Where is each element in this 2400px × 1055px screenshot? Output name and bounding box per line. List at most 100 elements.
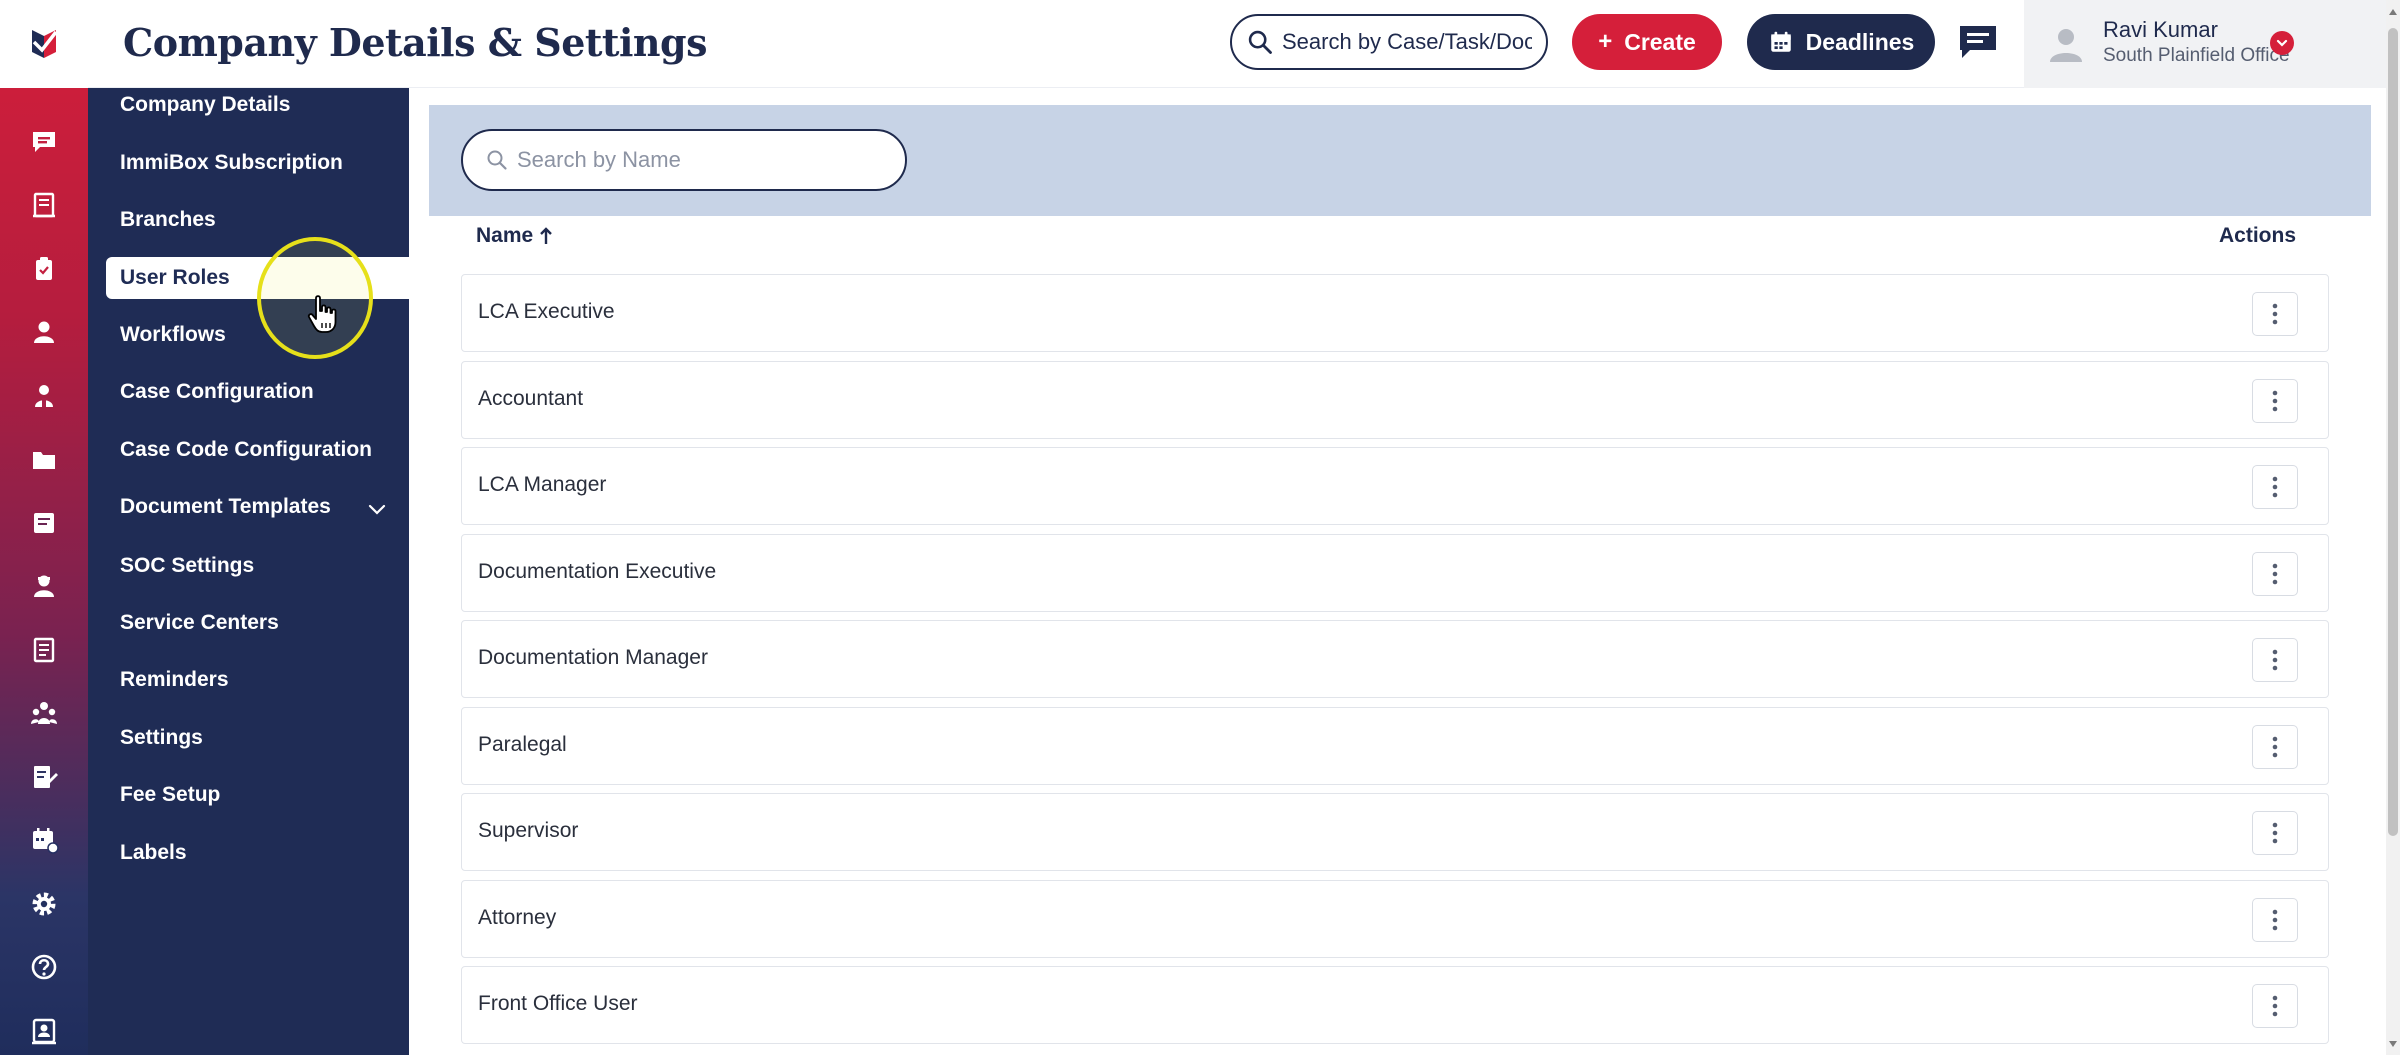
- role-name: Attorney: [478, 905, 557, 929]
- row-actions-button[interactable]: [2252, 811, 2298, 855]
- rail-contacts-button[interactable]: [0, 999, 88, 1055]
- top-header: Company Details & Settings + Create: [88, 0, 2400, 88]
- rail-agent-button[interactable]: [0, 555, 88, 619]
- row-actions-button[interactable]: [2252, 292, 2298, 336]
- name-column-label: Name: [476, 224, 534, 247]
- table-row[interactable]: Accountant: [461, 360, 2329, 439]
- settings-nav-item-reminders[interactable]: Reminders: [120, 659, 409, 701]
- settings-nav-item-label: User Roles: [120, 266, 230, 289]
- settings-nav-item-label: Settings: [120, 726, 203, 749]
- rail-calendar-settings-button[interactable]: [0, 809, 88, 873]
- note-icon: [34, 512, 54, 533]
- avatar: [2050, 29, 2082, 62]
- settings-nav-item-labels[interactable]: Labels: [120, 832, 409, 874]
- row-actions-button[interactable]: [2252, 378, 2298, 423]
- more-vertical-icon: [2272, 649, 2278, 671]
- calendar-icon: [1770, 31, 1791, 52]
- settings-nav-item-case-configuration[interactable]: Case Configuration: [120, 371, 409, 413]
- user-profile-menu[interactable]: Ravi Kumar South Plainfield Office: [2024, 0, 2400, 88]
- role-name: Front Office User: [478, 992, 638, 1015]
- chat-icon: [33, 131, 55, 152]
- app-logo[interactable]: [0, 0, 88, 88]
- deadlines-button-label: Deadlines: [1805, 28, 1915, 55]
- create-button[interactable]: + Create: [1572, 14, 1722, 70]
- rail-gear-button[interactable]: [0, 872, 88, 936]
- row-actions-button[interactable]: [2252, 465, 2298, 509]
- row-actions-button[interactable]: [2252, 551, 2298, 596]
- name-search[interactable]: [461, 129, 907, 191]
- role-name: Documentation Executive: [478, 559, 717, 583]
- table-row[interactable]: Documentation Executive: [461, 533, 2329, 612]
- rail-note-button[interactable]: [0, 491, 88, 555]
- global-search[interactable]: [1230, 14, 1548, 70]
- more-vertical-icon: [2272, 736, 2278, 757]
- settings-nav-item-label: Reminders: [120, 668, 229, 691]
- settings-nav-item-fee-setup[interactable]: Fee Setup: [120, 774, 409, 816]
- row-actions-button[interactable]: [2252, 984, 2298, 1028]
- rail-chat-button[interactable]: [0, 110, 88, 174]
- settings-nav-item-immibox-subscription[interactable]: ImmiBox Subscription: [120, 142, 409, 184]
- settings-nav-item-branches[interactable]: Branches: [120, 199, 409, 241]
- rail-person-group-button[interactable]: [0, 364, 88, 428]
- scroll-up-icon[interactable]: [2388, 6, 2398, 18]
- table-row[interactable]: Front Office User: [461, 966, 2329, 1044]
- search-icon: [1248, 30, 1272, 54]
- row-actions-button[interactable]: [2252, 638, 2298, 682]
- row-actions-button[interactable]: [2252, 724, 2298, 769]
- more-vertical-icon: [2272, 909, 2278, 930]
- plus-icon: +: [1598, 28, 1613, 55]
- row-actions-button[interactable]: [2252, 897, 2298, 942]
- chevron-down-icon[interactable]: [2270, 31, 2294, 55]
- deadlines-button[interactable]: Deadlines: [1747, 14, 1935, 70]
- rail-help-button[interactable]: [0, 936, 88, 1000]
- rail-team-button[interactable]: [0, 682, 88, 746]
- more-vertical-icon: [2272, 390, 2278, 411]
- folder-icon: [33, 452, 55, 470]
- settings-nav-item-label: Branches: [120, 208, 216, 231]
- settings-nav-item-case-code-configuration[interactable]: Case Code Configuration: [120, 429, 409, 471]
- name-search-input[interactable]: [517, 147, 883, 173]
- role-name: Supervisor: [478, 819, 579, 842]
- rail-person-button[interactable]: [0, 301, 88, 365]
- settings-nav-item-settings[interactable]: Settings: [120, 717, 409, 759]
- settings-nav-item-label: Case Code Configuration: [120, 438, 373, 461]
- settings-nav-item-label: SOC Settings: [120, 554, 255, 577]
- settings-nav-item-company-details[interactable]: Company Details: [120, 84, 409, 126]
- book-icon: [33, 193, 55, 218]
- chevron-down-icon[interactable]: [367, 498, 387, 522]
- settings-nav-item-document-templates[interactable]: Document Templates: [120, 486, 409, 528]
- rail-folder-button[interactable]: [0, 428, 88, 492]
- chat-bubble-icon: [1960, 26, 1996, 58]
- table-row[interactable]: Supervisor: [461, 793, 2329, 871]
- hand-pointer-icon: [307, 295, 337, 333]
- table-row[interactable]: LCA Manager: [461, 447, 2329, 525]
- table-row[interactable]: Attorney: [461, 879, 2329, 958]
- more-vertical-icon: [2272, 303, 2278, 325]
- page-title: Company Details & Settings: [123, 20, 708, 65]
- rail-form-button[interactable]: [0, 745, 88, 809]
- settings-nav-item-label: Fee Setup: [120, 783, 221, 806]
- name-column-header[interactable]: Name: [476, 224, 553, 248]
- settings-nav-item-label: Labels: [120, 841, 187, 864]
- settings-nav-item-service-centers[interactable]: Service Centers: [120, 602, 409, 644]
- contacts-icon: [32, 1018, 56, 1044]
- rail-clipboard-button[interactable]: [0, 237, 88, 301]
- table-row[interactable]: Documentation Manager: [461, 620, 2329, 698]
- team-icon: [31, 702, 57, 725]
- rail-document-button[interactable]: [0, 618, 88, 682]
- settings-nav-item-soc-settings[interactable]: SOC Settings: [120, 545, 409, 587]
- table-row[interactable]: Paralegal: [461, 706, 2329, 785]
- scrollbar-thumb[interactable]: [2388, 28, 2398, 836]
- help-icon: [31, 954, 57, 980]
- person-icon: [34, 321, 54, 344]
- role-name: Accountant: [478, 386, 584, 410]
- table-row[interactable]: LCA Executive: [461, 274, 2329, 352]
- settings-nav-item-label: ImmiBox Subscription: [120, 151, 343, 174]
- gear-icon: [32, 892, 56, 916]
- logo-icon: [32, 30, 58, 58]
- scroll-down-icon[interactable]: [2388, 1038, 2398, 1050]
- global-search-input[interactable]: [1282, 29, 1532, 55]
- rail-book-button[interactable]: [0, 174, 88, 238]
- messages-button[interactable]: [1954, 20, 2002, 64]
- settings-nav-item-label: Workflows: [120, 323, 226, 346]
